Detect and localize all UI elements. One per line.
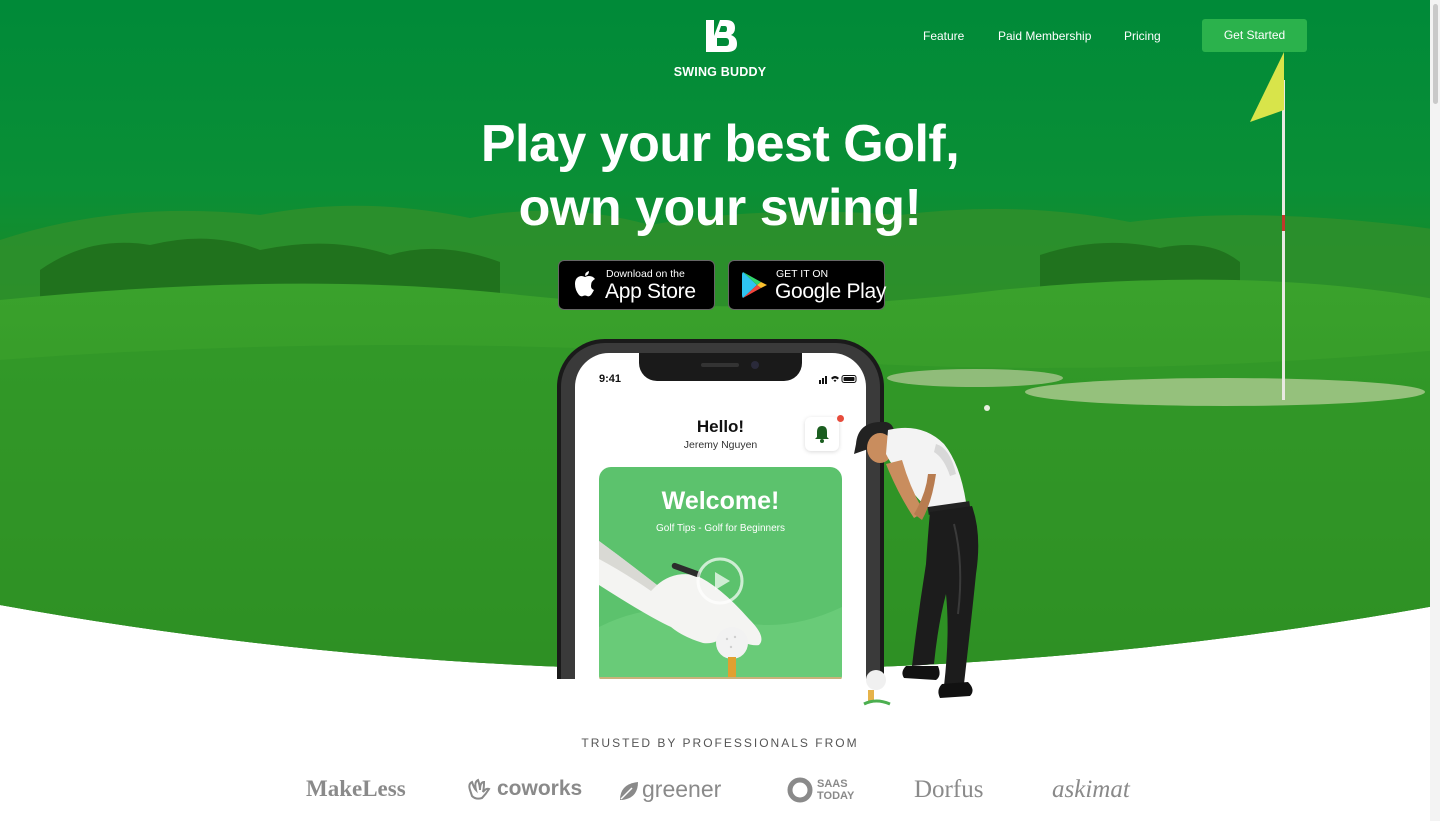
notification-badge — [837, 415, 844, 422]
google-play-button[interactable]: GET IT ON Google Play — [728, 260, 887, 310]
phone-mockup: 9:41 Hello! Jeremy Nguyen Welcome! Golf … — [557, 339, 884, 679]
logo-saas: SAAS — [817, 778, 848, 790]
logo-greener: greener — [642, 776, 722, 802]
front-camera — [751, 361, 759, 369]
trusted-heading: TRUSTED BY PROFESSIONALS FROM — [581, 736, 859, 750]
play-icon[interactable] — [695, 556, 745, 606]
headline-line-2: own your swing! — [518, 179, 922, 237]
landing-page: SWING BUDDY Feature Paid Membership Pric… — [0, 0, 1440, 821]
leaf-icon — [620, 782, 638, 800]
hero-headline: Play your best Golf, own your swing! — [420, 112, 1020, 240]
app-store-button[interactable]: Download on the App Store — [558, 260, 715, 310]
status-time: 9:41 — [599, 373, 622, 385]
nav-link-pricing[interactable]: Pricing — [1124, 29, 1161, 43]
phone-notch — [639, 353, 802, 381]
scrollbar-thumb[interactable] — [1433, 4, 1438, 104]
google-play-icon — [742, 272, 767, 298]
logo-dorfus: Dorfus — [914, 776, 984, 803]
google-play-small-text: GET IT ON — [776, 268, 829, 280]
hand-icon — [468, 778, 491, 800]
logo-icon — [706, 20, 737, 52]
phone-screen: 9:41 Hello! Jeremy Nguyen Welcome! Golf … — [575, 353, 866, 679]
logo-today: TODAY — [817, 790, 855, 802]
bell-icon — [815, 426, 829, 443]
status-icons — [819, 375, 857, 384]
google-play-big-text: Google Play — [775, 280, 887, 303]
welcome-title: Welcome! — [661, 487, 780, 515]
app-store-small-text: Download on the — [606, 268, 685, 280]
top-nav: Feature Paid Membership Pricing — [923, 29, 1163, 43]
brand-logo[interactable]: SWING BUDDY — [668, 16, 772, 79]
nav-link-feature[interactable]: Feature — [923, 29, 964, 43]
golfer-illustration — [854, 421, 979, 706]
nav-link-paid-membership[interactable]: Paid Membership — [998, 29, 1091, 43]
welcome-card[interactable]: Welcome! Golf Tips - Golf for Beginners — [599, 467, 842, 679]
apple-icon — [575, 271, 595, 297]
saas-today-icon — [787, 777, 813, 803]
page-scrollbar[interactable] — [1430, 0, 1440, 821]
speaker-grille — [701, 363, 739, 367]
brand-name: SWING BUDDY — [673, 65, 767, 79]
logo-askimat: askimat — [1052, 776, 1130, 803]
partner-logos: MakeLess coworks greener SAAS TODAY Dorf… — [300, 772, 1140, 808]
headline-line-1: Play your best Golf, — [480, 115, 960, 173]
get-started-button[interactable]: Get Started — [1202, 19, 1307, 52]
welcome-subtitle: Golf Tips - Golf for Beginners — [656, 523, 785, 534]
logo-coworks: coworks — [497, 777, 583, 800]
app-store-big-text: App Store — [605, 280, 696, 303]
notification-button[interactable] — [805, 417, 839, 451]
logo-makeless: MakeLess — [306, 776, 406, 801]
